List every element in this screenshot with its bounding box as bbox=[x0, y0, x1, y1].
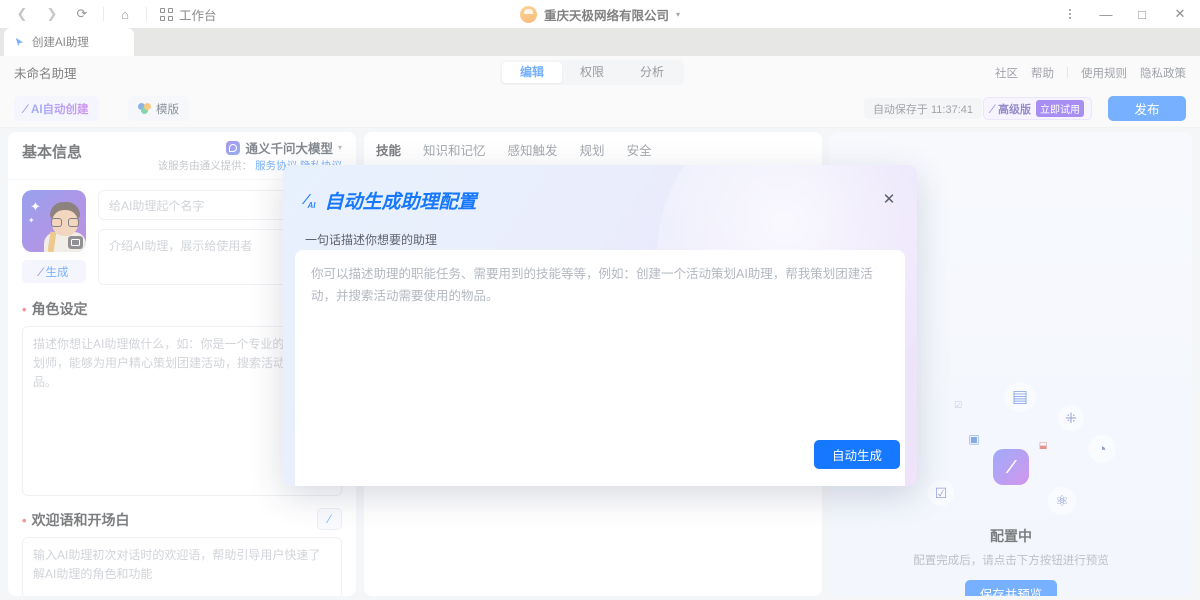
auto-generate-button[interactable]: 自动生成 bbox=[814, 440, 900, 469]
modal-title-text: 自动生成助理配置 bbox=[325, 187, 477, 214]
close-icon[interactable]: ✕ bbox=[879, 189, 899, 209]
ai-sparkle-icon: ⁄AI bbox=[305, 191, 316, 210]
modal-title: ⁄AI 自动生成助理配置 bbox=[305, 187, 477, 214]
app-window: ❮ ❯ ⟳ ⌂ 工作台 重庆天极网络有限公司 ▾ — □ ✕ bbox=[0, 0, 1200, 600]
auto-generate-modal: ⁄AI 自动生成助理配置 ✕ 一句话描述你想要的助理 你可以描述助理的职能任务、… bbox=[283, 165, 917, 486]
modal-subtitle: 一句话描述你想要的助理 bbox=[305, 231, 437, 248]
